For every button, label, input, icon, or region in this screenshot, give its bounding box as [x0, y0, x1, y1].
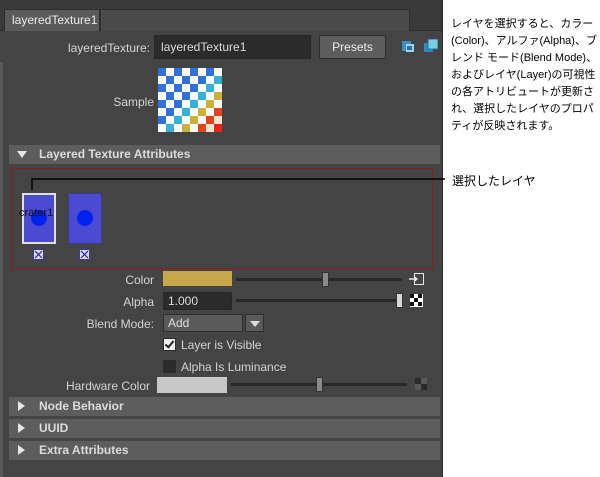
callout-leader-line — [31, 178, 445, 190]
